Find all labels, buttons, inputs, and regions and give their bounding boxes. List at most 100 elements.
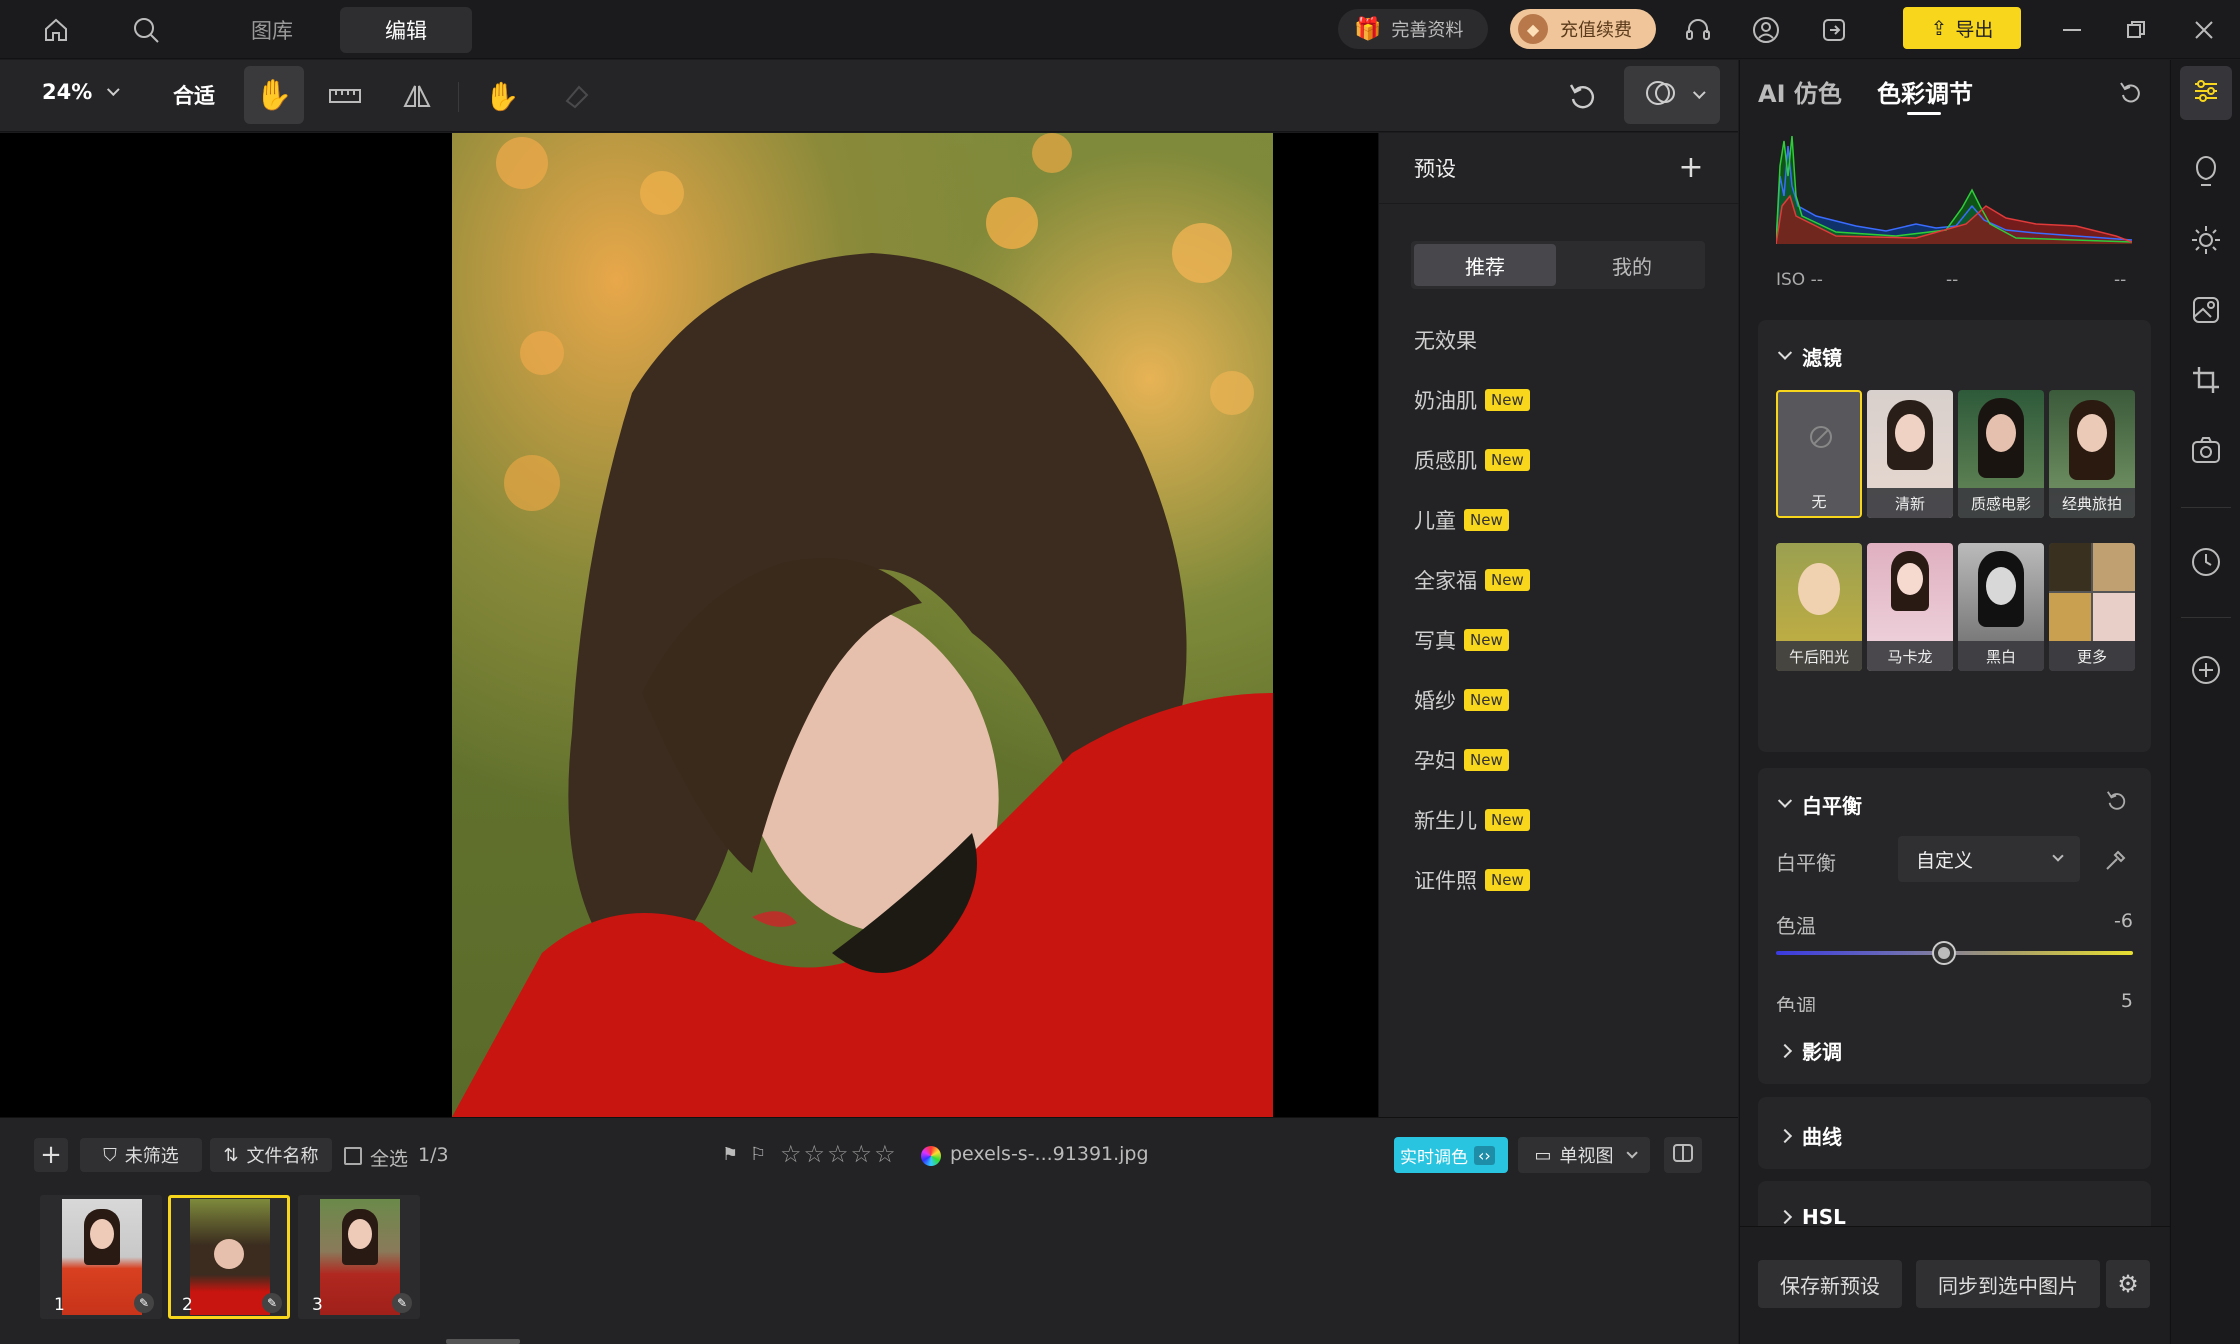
filmstrip-thumb-active[interactable]: 2 ✎ bbox=[168, 1195, 290, 1319]
hand-tool-button[interactable]: ✋ bbox=[244, 66, 304, 124]
preset-item[interactable]: 奶油肌 New bbox=[1414, 380, 1530, 420]
crop-icon[interactable] bbox=[2188, 362, 2224, 398]
filter-item[interactable]: 质感电影 bbox=[1958, 390, 2044, 518]
complete-info-label: 完善资料 bbox=[1391, 20, 1464, 41]
preset-item[interactable]: 全家福 New bbox=[1414, 560, 1530, 600]
settings-button[interactable]: ⚙ bbox=[2106, 1260, 2150, 1308]
camera-icon[interactable] bbox=[2188, 432, 2224, 468]
user-icon[interactable] bbox=[1748, 12, 1784, 48]
temperature-knob[interactable] bbox=[1933, 943, 1954, 963]
filter-header[interactable]: 滤镜 bbox=[1777, 342, 1842, 371]
zoom-dropdown[interactable]: 24% bbox=[42, 80, 120, 104]
curve-header: 曲线 bbox=[1777, 1121, 1842, 1150]
export-label: 导出 bbox=[1955, 18, 1994, 41]
histogram-aperture: -- bbox=[1946, 270, 1959, 290]
sort-button[interactable]: ⇅ 文件名称 bbox=[210, 1138, 332, 1172]
filter-label: 更多 bbox=[2049, 641, 2135, 671]
compare-dropdown[interactable] bbox=[1624, 66, 1720, 124]
preset-item[interactable]: 写真 New bbox=[1414, 620, 1509, 660]
thumb-image bbox=[62, 1199, 142, 1315]
save-preset-button[interactable]: 保存新预设 bbox=[1758, 1260, 1902, 1308]
preset-none[interactable]: 无效果 bbox=[1414, 320, 1477, 360]
preset-item[interactable]: 儿童 New bbox=[1414, 500, 1509, 540]
add-preset-icon[interactable]: + bbox=[1673, 149, 1709, 185]
filter-item[interactable]: 更多 bbox=[2049, 543, 2135, 671]
reset-icon[interactable] bbox=[2114, 76, 2148, 110]
export-button[interactable]: ⇪ 导出 bbox=[1903, 7, 2021, 49]
filmstrip-thumb[interactable]: 3 ✎ bbox=[298, 1195, 420, 1319]
search-icon[interactable] bbox=[128, 12, 164, 48]
minimize-icon[interactable] bbox=[2054, 12, 2090, 48]
eraser-icon bbox=[556, 76, 596, 116]
flag-icon[interactable]: ⚑ bbox=[722, 1144, 738, 1165]
reject-flag-icon[interactable]: ⚐ bbox=[750, 1144, 766, 1165]
preset-item[interactable]: 质感肌 New bbox=[1414, 440, 1530, 480]
restore-icon[interactable] bbox=[2118, 12, 2154, 48]
select-all-checkbox[interactable] bbox=[344, 1147, 362, 1165]
preset-label: 写真 bbox=[1414, 629, 1456, 653]
preset-item[interactable]: 证件照 New bbox=[1414, 860, 1530, 900]
new-badge: New bbox=[1464, 689, 1509, 711]
preset-item[interactable]: 婚纱 New bbox=[1414, 680, 1509, 720]
tone-card[interactable]: 影调 bbox=[1758, 1012, 2151, 1084]
curve-card[interactable]: 曲线 bbox=[1758, 1097, 2151, 1169]
undo-icon[interactable] bbox=[1562, 76, 1602, 116]
tab-color-adjust[interactable]: 色彩调节 bbox=[1877, 74, 1973, 109]
filter-none[interactable]: 无 bbox=[1776, 390, 1862, 518]
tab-ai-color[interactable]: AI 仿色 bbox=[1758, 74, 1842, 109]
live-color-label: 实时调色 bbox=[1400, 1147, 1468, 1168]
split-view-button[interactable] bbox=[1664, 1137, 1702, 1173]
filmstrip-scrollbar[interactable] bbox=[446, 1339, 520, 1344]
hsl-card[interactable]: HSL bbox=[1758, 1181, 2151, 1226]
thumb-number: 3 bbox=[312, 1295, 323, 1315]
presets-panel: 预设 + 推荐 我的 无效果 奶油肌 New 质感肌 New 儿童 New 全家福 Ne… bbox=[1378, 133, 1739, 1117]
ruler-icon[interactable] bbox=[325, 76, 365, 116]
histogram-iso: ISO -- bbox=[1776, 270, 1823, 290]
image-edit-icon[interactable] bbox=[2188, 292, 2224, 328]
white-balance-select[interactable]: 自定义 bbox=[1898, 836, 2080, 882]
color-label-icon[interactable] bbox=[921, 1146, 941, 1166]
portrait-icon[interactable] bbox=[2188, 152, 2224, 188]
tab-recommended[interactable]: 推荐 bbox=[1414, 244, 1556, 286]
flip-icon[interactable] bbox=[397, 76, 437, 116]
new-badge: New bbox=[1485, 569, 1530, 591]
filter-item[interactable]: 午后阳光 bbox=[1776, 543, 1862, 671]
adjust-tool-button[interactable] bbox=[2180, 66, 2232, 120]
filter-item[interactable]: 经典旅拍 bbox=[2049, 390, 2135, 518]
add-photo-button[interactable]: + bbox=[34, 1138, 68, 1172]
temperature-slider[interactable] bbox=[1776, 951, 2133, 955]
filmstrip-thumb[interactable]: 1 ✎ bbox=[40, 1195, 162, 1319]
tab-edit[interactable]: 编辑 bbox=[340, 7, 472, 53]
eyedropper-icon[interactable] bbox=[2098, 844, 2132, 878]
close-icon[interactable] bbox=[2186, 12, 2222, 48]
brightness-icon[interactable] bbox=[2188, 222, 2224, 258]
white-balance-header[interactable]: 白平衡 bbox=[1777, 790, 1862, 819]
white-balance-title: 白平衡 bbox=[1802, 794, 1862, 818]
home-icon[interactable] bbox=[38, 12, 74, 48]
recharge-button[interactable]: ◆ 充值续费 bbox=[1510, 9, 1656, 49]
preset-label: 婚纱 bbox=[1414, 689, 1456, 713]
add-circle-icon[interactable] bbox=[2188, 652, 2224, 688]
thumb-image bbox=[190, 1199, 270, 1315]
photo-canvas[interactable] bbox=[0, 133, 1378, 1117]
history-icon[interactable] bbox=[2188, 544, 2224, 580]
tab-mine[interactable]: 我的 bbox=[1561, 244, 1703, 286]
live-color-toggle[interactable]: 实时调色 ‹› bbox=[1394, 1137, 1508, 1173]
sync-button[interactable]: 同步到选中图片 bbox=[1916, 1260, 2100, 1308]
reset-icon[interactable] bbox=[2102, 786, 2132, 816]
preset-item[interactable]: 孕妇 New bbox=[1414, 740, 1509, 780]
fit-button[interactable]: 合适 bbox=[173, 80, 215, 110]
thumb-image bbox=[320, 1199, 400, 1315]
complete-info-button[interactable]: 🎁 完善资料 bbox=[1338, 9, 1488, 49]
headset-icon[interactable] bbox=[1680, 12, 1716, 48]
filter-item[interactable]: 马卡龙 bbox=[1867, 543, 1953, 671]
filter-item[interactable]: 清新 bbox=[1867, 390, 1953, 518]
logout-icon[interactable] bbox=[1816, 12, 1852, 48]
tab-gallery[interactable]: 图库 bbox=[222, 7, 322, 53]
preset-item[interactable]: 新生儿 New bbox=[1414, 800, 1530, 840]
filter-button[interactable]: ⛉ 未筛选 bbox=[80, 1138, 202, 1172]
histogram-shutter: -- bbox=[2114, 270, 2127, 290]
filter-item[interactable]: 黑白 bbox=[1958, 543, 2044, 671]
view-mode-dropdown[interactable]: ▭ 单视图 bbox=[1518, 1137, 1650, 1173]
rating-stars[interactable]: ☆☆☆☆☆ bbox=[780, 1140, 898, 1168]
